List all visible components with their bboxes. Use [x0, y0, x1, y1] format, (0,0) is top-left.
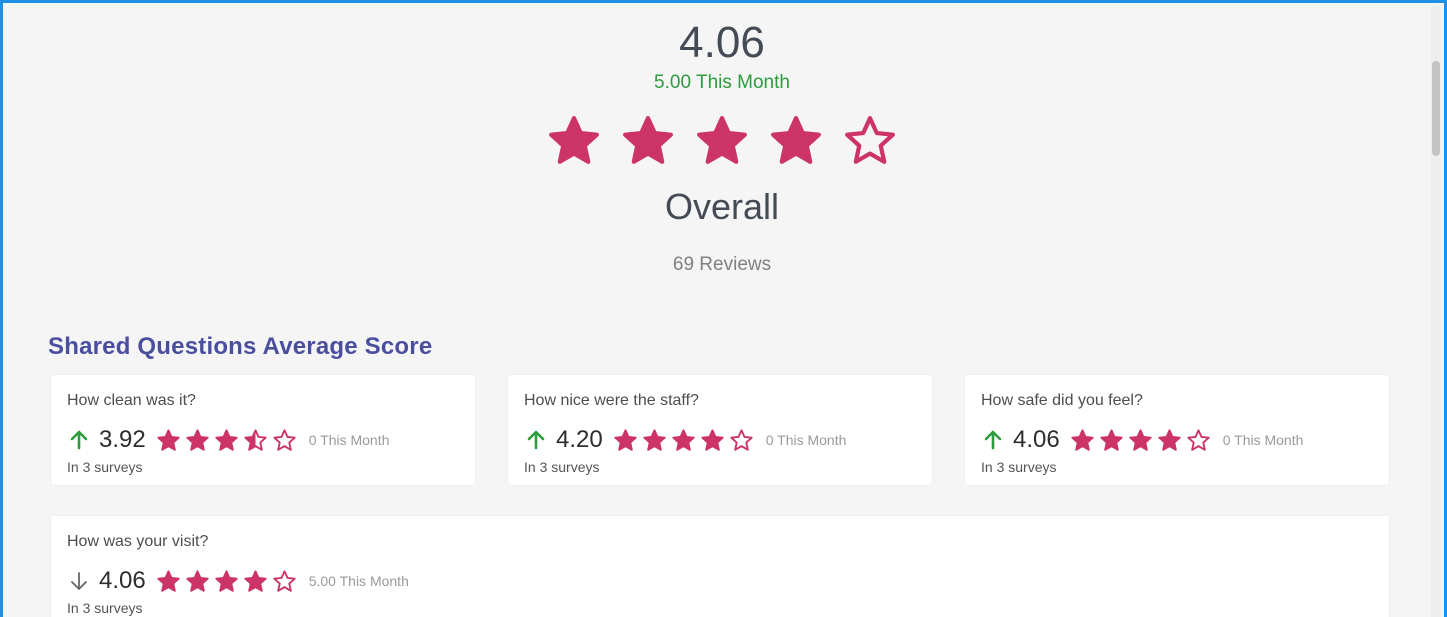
star-filled-icon — [672, 428, 695, 451]
star-half-icon — [244, 428, 267, 451]
month-score: 0 This Month — [765, 432, 847, 448]
month-score: 0 This Month — [1222, 432, 1304, 448]
scrollbar-thumb[interactable] — [1432, 61, 1440, 156]
star-filled-icon — [697, 116, 747, 164]
score-row: 3.92 0 This Month — [67, 425, 389, 455]
score-row: 4.20 0 This Month — [524, 425, 846, 455]
star-filled-icon — [215, 569, 238, 592]
vertical-scrollbar[interactable] — [1431, 6, 1441, 617]
question-star-rating — [156, 569, 297, 594]
question-text: How was your visit? — [67, 533, 209, 550]
star-filled-icon — [157, 569, 180, 592]
star-filled-icon — [1129, 428, 1152, 451]
star-empty-icon — [273, 569, 296, 592]
star-empty-icon — [845, 116, 895, 164]
star-filled-icon — [215, 428, 238, 451]
question-card-staff: How nice were the staff? 4.20 0 This Mon… — [508, 375, 932, 485]
trend-up-icon — [981, 428, 1005, 452]
survey-count: In 3 surveys — [524, 459, 600, 475]
trend-down-icon — [67, 569, 91, 593]
page-frame: 4.06 5.00 This Month Overall 69 Reviews … — [0, 0, 1447, 617]
star-empty-icon — [1187, 428, 1210, 451]
survey-count: In 3 surveys — [67, 459, 143, 475]
month-score: 0 This Month — [308, 432, 390, 448]
star-filled-icon — [614, 428, 637, 451]
star-filled-icon — [157, 428, 180, 451]
question-card-safe: How safe did you feel? 4.06 0 This Month… — [965, 375, 1389, 485]
star-empty-icon — [273, 428, 296, 451]
question-card-visit: How was your visit? 4.06 5.00 This Month… — [51, 516, 1389, 617]
star-filled-icon — [623, 116, 673, 164]
star-filled-icon — [549, 116, 599, 164]
trend-up-icon — [67, 428, 91, 452]
overall-summary: 4.06 5.00 This Month Overall 69 Reviews — [3, 17, 1441, 277]
section-title: Shared Questions Average Score — [48, 333, 433, 360]
question-text: How nice were the staff? — [524, 392, 699, 409]
score-row: 4.06 5.00 This Month — [67, 566, 409, 596]
overall-month-score: 5.00 This Month — [654, 72, 790, 93]
star-filled-icon — [1100, 428, 1123, 451]
survey-count: In 3 surveys — [67, 600, 143, 616]
question-text: How safe did you feel? — [981, 392, 1143, 409]
question-star-rating — [156, 428, 297, 453]
reviews-count[interactable]: 69 Reviews — [3, 253, 1441, 277]
question-text: How clean was it? — [67, 392, 196, 409]
question-score: 4.06 — [99, 567, 146, 594]
overall-score: 4.06 — [679, 18, 765, 67]
overall-star-rating — [3, 113, 1441, 169]
star-filled-icon — [186, 569, 209, 592]
star-empty-icon — [730, 428, 753, 451]
question-score: 4.06 — [1013, 426, 1060, 453]
star-filled-icon — [771, 116, 821, 164]
star-filled-icon — [1071, 428, 1094, 451]
star-filled-icon — [186, 428, 209, 451]
question-star-rating — [1070, 428, 1211, 453]
trend-up-icon — [524, 428, 548, 452]
question-score: 4.20 — [556, 426, 603, 453]
star-filled-icon — [701, 428, 724, 451]
question-score: 3.92 — [99, 426, 146, 453]
question-star-rating — [613, 428, 754, 453]
star-filled-icon — [244, 569, 267, 592]
question-card-clean: How clean was it? 3.92 0 This Month In 3… — [51, 375, 475, 485]
score-row: 4.06 0 This Month — [981, 425, 1303, 455]
overall-label: Overall — [664, 186, 780, 227]
star-filled-icon — [1158, 428, 1181, 451]
month-score: 5.00 This Month — [308, 573, 409, 589]
star-filled-icon — [643, 428, 666, 451]
survey-count: In 3 surveys — [981, 459, 1057, 475]
